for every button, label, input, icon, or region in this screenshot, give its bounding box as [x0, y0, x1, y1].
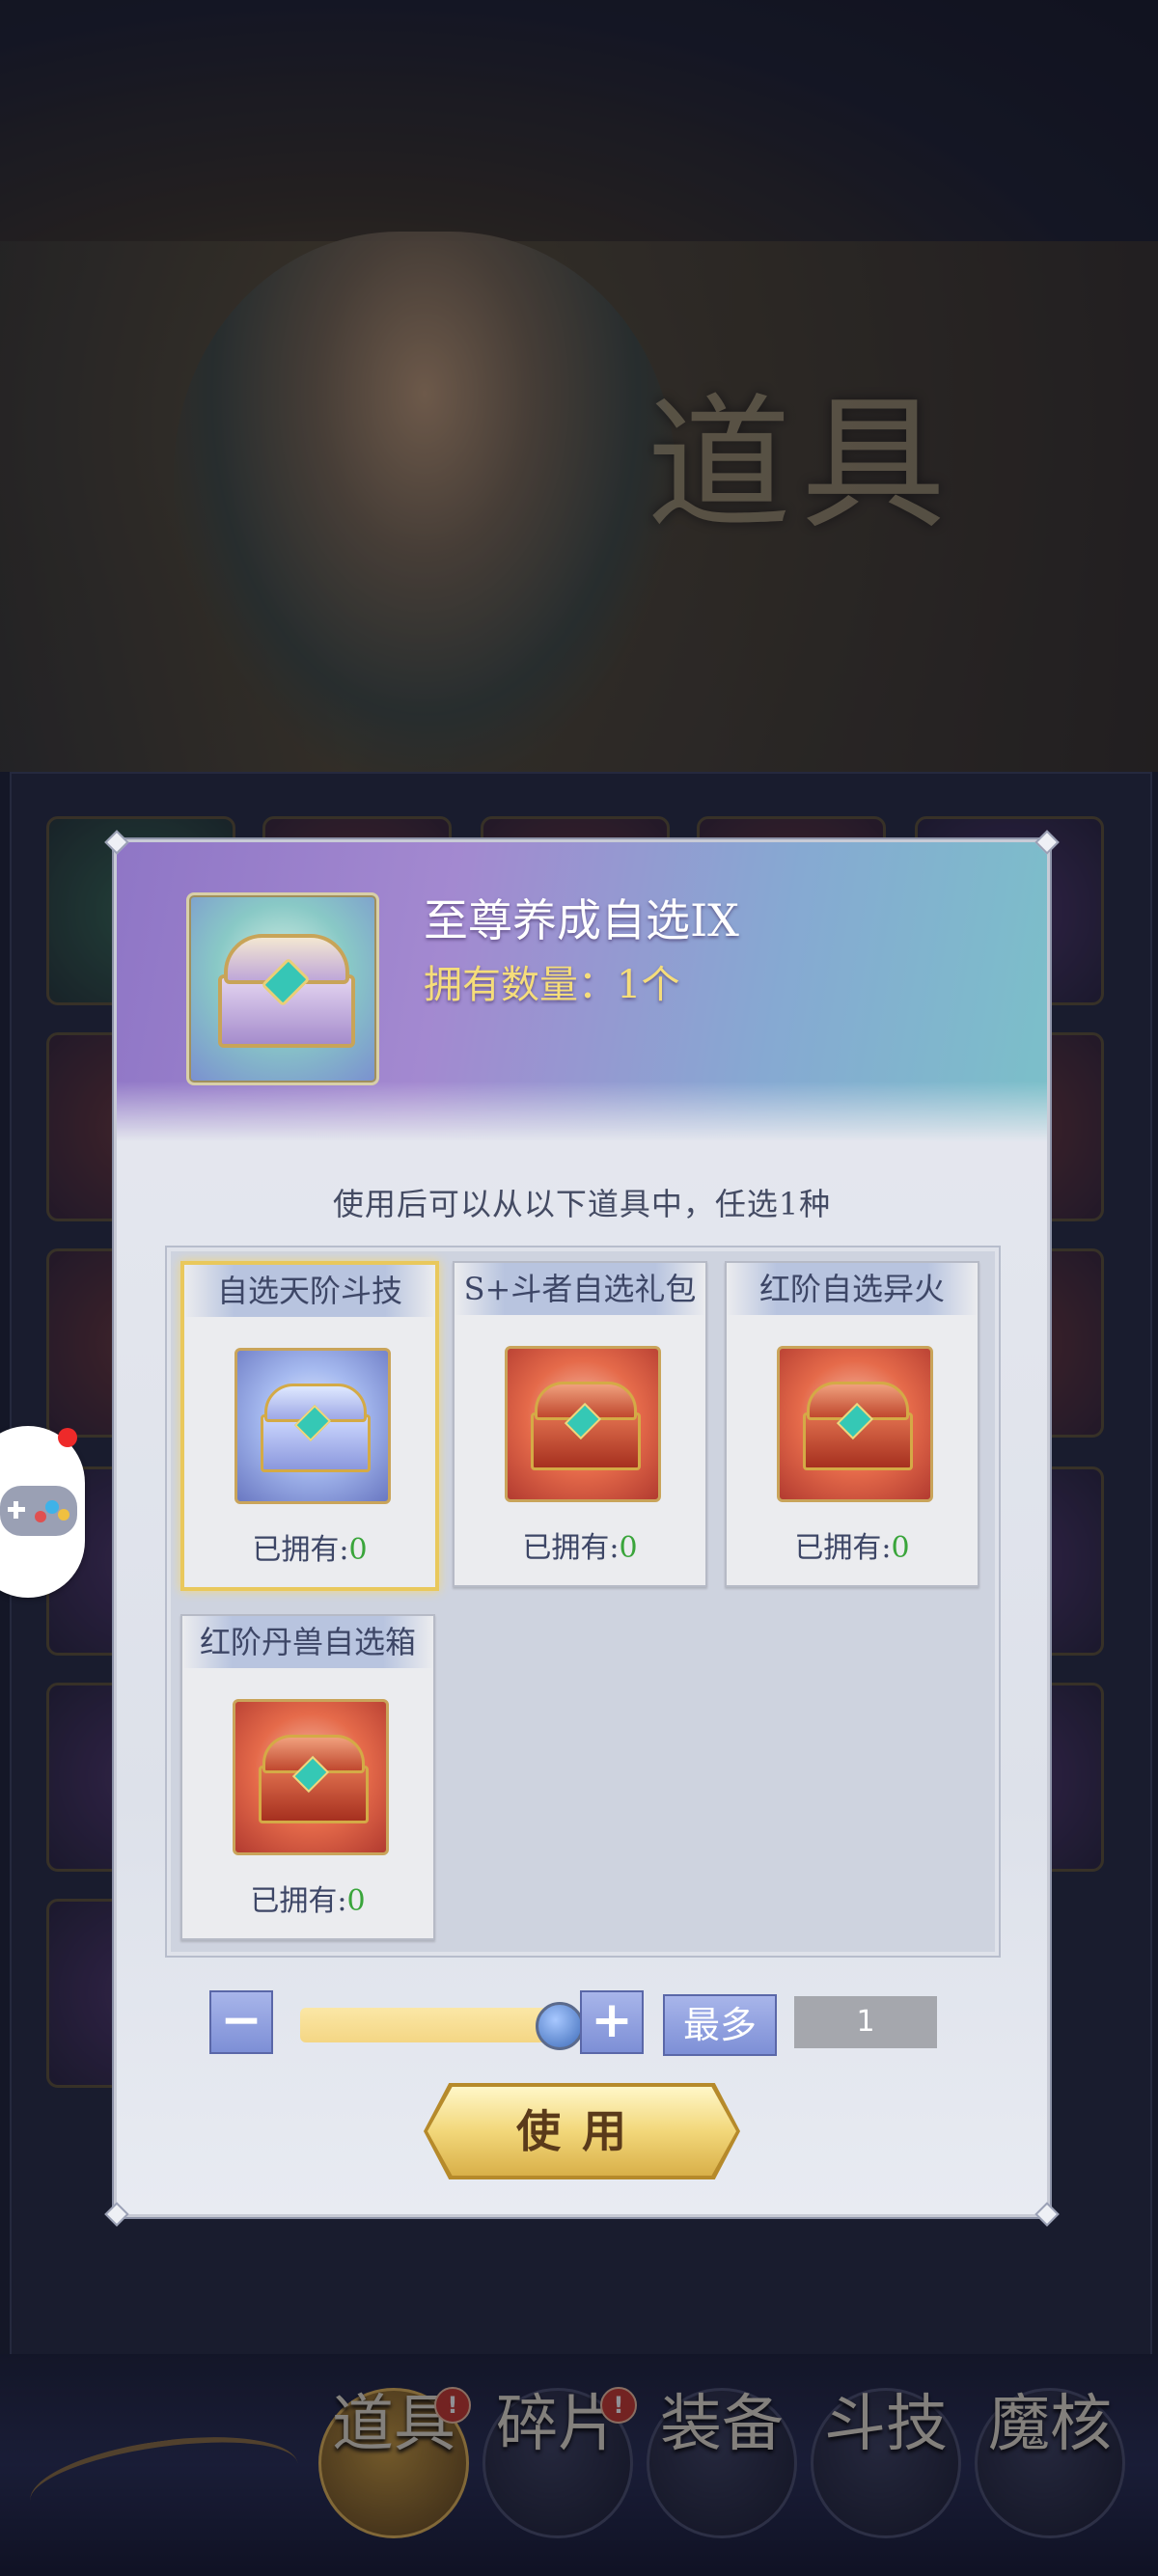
option-owned: 已拥有:0 [182, 1877, 433, 1919]
quantity-input[interactable]: 1 [794, 1996, 937, 2048]
max-button[interactable]: 最多 [663, 1994, 777, 2056]
fire-chest-icon [777, 1346, 933, 1502]
owned-count: 0 [619, 1531, 638, 1565]
owned-label: 已拥有: [794, 1531, 892, 1565]
owned-count: 0 [348, 1533, 368, 1567]
owned-count: 0 [891, 1531, 910, 1565]
owned-label: 已拥有: [522, 1531, 620, 1565]
notification-dot [58, 1428, 77, 1447]
treasure-chest-icon [218, 934, 355, 1048]
beast-chest-icon [233, 1699, 389, 1855]
decrease-button[interactable]: − [209, 1990, 273, 2054]
floating-gamepad-button[interactable] [0, 1426, 85, 1598]
gamepad-icon [0, 1486, 77, 1536]
option-grid: 自选天阶斗技 已拥有:0 S+斗者自选礼包 已拥有:0 红阶自选异火 已拥有:0… [165, 1246, 1001, 1958]
option-card-fire[interactable]: 红阶自选异火 已拥有:0 [725, 1261, 979, 1587]
item-owned-count: 拥有数量：1个 [424, 963, 680, 1007]
quantity-slider[interactable] [300, 2008, 561, 2042]
minus-icon: − [220, 1991, 262, 2049]
option-card-skill[interactable]: 自选天阶斗技 已拥有:0 [180, 1261, 439, 1591]
option-card-beast-box[interactable]: 红阶丹兽自选箱 已拥有:0 [180, 1614, 435, 1940]
owned-label: 已拥有: [250, 1884, 347, 1918]
selection-hint: 使用后可以从以下道具中，任选1种 [332, 1186, 832, 1222]
item-use-dialog: 至尊养成自选IX 拥有数量：1个 使用后可以从以下道具中，任选1种 自选天阶斗技… [104, 830, 1060, 2227]
increase-button[interactable]: + [580, 1990, 644, 2054]
owned-count: 0 [346, 1884, 366, 1918]
use-button[interactable]: 使用 [424, 2083, 740, 2179]
option-title: 红阶自选异火 [727, 1263, 978, 1315]
selected-item-icon [186, 892, 379, 1085]
option-title: 自选天阶斗技 [184, 1265, 435, 1317]
item-title: 至尊养成自选IX [424, 894, 739, 946]
option-title: 红阶丹兽自选箱 [182, 1616, 433, 1668]
scroll-chest-icon [234, 1348, 391, 1504]
plus-icon: + [591, 1991, 633, 2049]
owned-label: 已拥有: [252, 1533, 349, 1567]
option-card-fighter-pack[interactable]: S+斗者自选礼包 已拥有:0 [453, 1261, 707, 1587]
use-button-label: 使用 [516, 2105, 648, 2157]
fighter-chest-icon [505, 1346, 661, 1502]
option-owned: 已拥有:0 [455, 1523, 705, 1566]
option-owned: 已拥有:0 [727, 1523, 978, 1566]
option-owned: 已拥有:0 [184, 1525, 435, 1568]
slider-handle[interactable] [536, 2002, 584, 2050]
option-title: S+斗者自选礼包 [455, 1263, 705, 1315]
